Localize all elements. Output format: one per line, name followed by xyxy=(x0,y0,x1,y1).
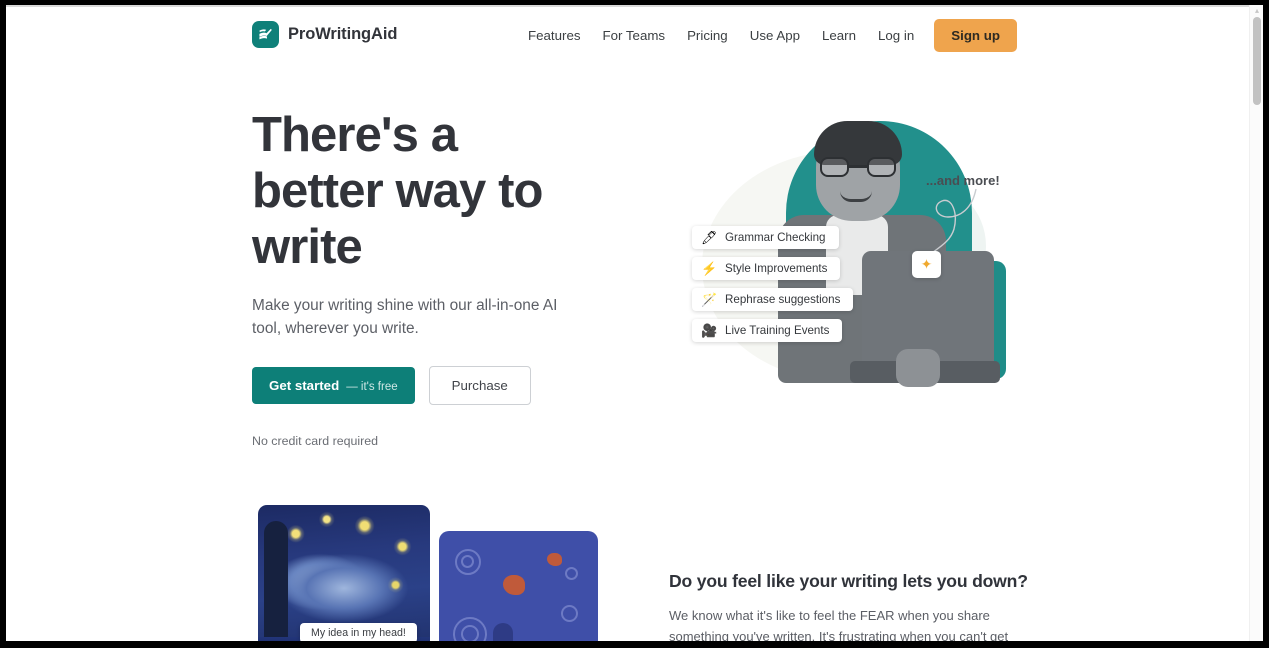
pen-icon: 🖊 xyxy=(701,230,718,245)
nav-item-for-teams[interactable]: For Teams xyxy=(592,20,677,51)
section-two-title: Do you feel like your writing lets you d… xyxy=(669,571,1028,591)
video-camera-icon: 🎥 xyxy=(701,323,718,338)
get-started-button[interactable]: Get started — it's free xyxy=(252,367,415,404)
brand-name: ProWritingAid xyxy=(288,25,398,43)
feature-chip-rephrase-suggestions[interactable]: 🪄 Rephrase suggestions xyxy=(692,288,854,311)
no-credit-card-note: No credit card required xyxy=(252,434,379,448)
purchase-button[interactable]: Purchase xyxy=(428,366,531,405)
idea-caption: My idea in my head! xyxy=(300,623,417,642)
hero-subtitle: Make your writing shine with our all-in-… xyxy=(252,297,558,337)
nav-item-log-in[interactable]: Log in xyxy=(867,20,925,51)
scroll-up-arrow-icon[interactable]: ▴ xyxy=(1253,7,1261,15)
site-header: ProWritingAid Features For Teams Pricing… xyxy=(6,7,1249,63)
sparkle-icon: ✦ xyxy=(912,251,941,278)
section-two-body: We know what it's like to feel the FEAR … xyxy=(669,608,1009,642)
browser-viewport: ProWritingAid Features For Teams Pricing… xyxy=(0,0,1269,648)
section-two-illustration: My idea in my head! xyxy=(258,505,598,642)
feature-chip-label: Style Improvements xyxy=(725,262,828,275)
main-nav: Features For Teams Pricing Use App Learn… xyxy=(517,19,1017,52)
starry-night-painting xyxy=(258,505,430,642)
person-hand xyxy=(896,349,940,387)
sign-up-button[interactable]: Sign up xyxy=(934,19,1017,52)
hero-section: There's a better way to write Make your … xyxy=(6,63,1249,463)
feature-chip-label: Rephrase suggestions xyxy=(725,293,841,306)
nav-item-use-app[interactable]: Use App xyxy=(739,20,811,51)
nav-item-pricing[interactable]: Pricing xyxy=(676,20,739,51)
hero-illustration: ...and more! ✦ 🖊 Grammar Checking ⚡ Styl… xyxy=(674,103,1019,403)
page-frame: ProWritingAid Features For Teams Pricing… xyxy=(6,5,1263,642)
window-bottom-edge xyxy=(0,641,1269,648)
cypress-tree xyxy=(264,521,288,642)
writing-lets-you-down-section: My idea in my head! Do you feel like you… xyxy=(6,463,1249,642)
feature-chip-label: Grammar Checking xyxy=(725,231,826,244)
nav-item-features[interactable]: Features xyxy=(517,20,591,51)
and-more-callout: ...and more! xyxy=(926,173,1000,188)
lightning-icon: ⚡ xyxy=(701,261,718,276)
feature-chip-grammar-checking[interactable]: 🖊 Grammar Checking xyxy=(692,226,839,249)
book-check-icon xyxy=(252,21,279,48)
get-started-note: — it's free xyxy=(346,381,398,393)
hero-copy: There's a better way to write Make your … xyxy=(252,107,592,448)
feature-chip-live-training-events[interactable]: 🎥 Live Training Events xyxy=(692,319,843,342)
brand-logo[interactable]: ProWritingAid xyxy=(252,21,397,48)
feature-chip-style-improvements[interactable]: ⚡ Style Improvements xyxy=(692,257,841,280)
page-content: ProWritingAid Features For Teams Pricing… xyxy=(6,7,1249,642)
window-right-edge xyxy=(1263,0,1269,648)
hero-actions: Get started — it's free Purchase xyxy=(252,366,592,405)
simplified-painting-panel xyxy=(439,531,598,642)
section-two-copy: Do you feel like your writing lets you d… xyxy=(669,571,1028,642)
get-started-label: Get started xyxy=(269,378,340,393)
scrollbar-thumb[interactable] xyxy=(1253,17,1261,105)
feature-chip-list: 🖊 Grammar Checking ⚡ Style Improvements … xyxy=(692,226,854,342)
vertical-scrollbar[interactable]: ▴ xyxy=(1249,5,1263,642)
window-left-edge xyxy=(0,0,6,648)
feature-chip-label: Live Training Events xyxy=(725,324,830,337)
magic-wand-icon: 🪄 xyxy=(701,292,718,307)
page-title: There's a better way to write xyxy=(252,108,543,274)
nav-item-learn[interactable]: Learn xyxy=(811,20,867,51)
glasses-icon xyxy=(820,157,896,177)
